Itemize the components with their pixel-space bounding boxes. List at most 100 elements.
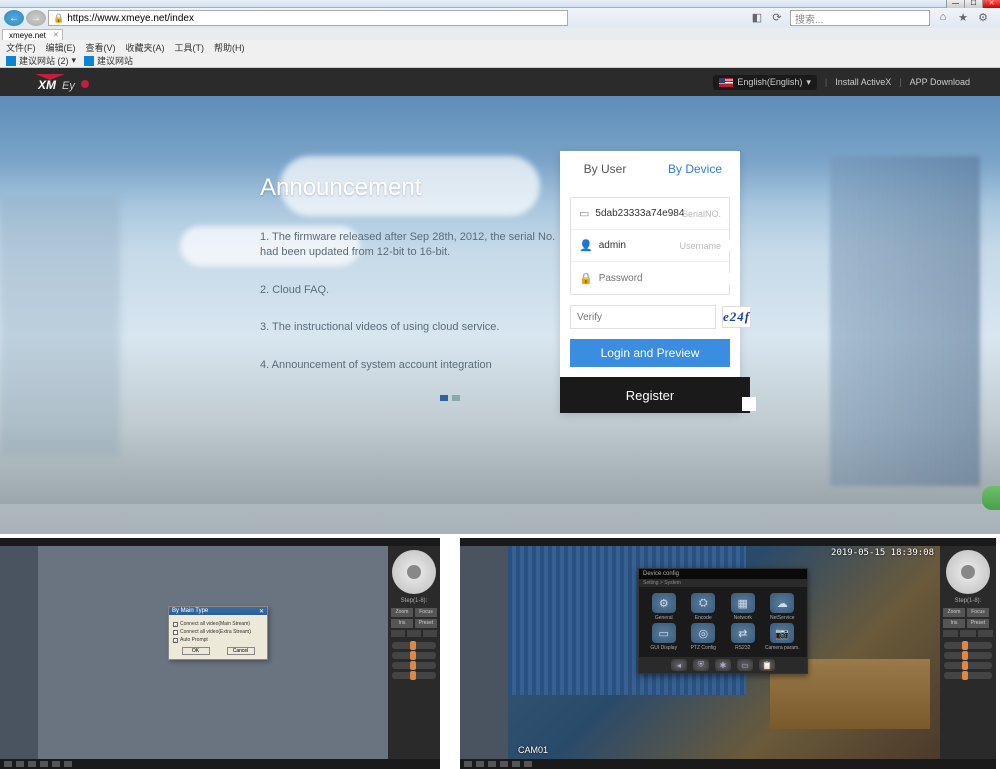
toolbar-icon[interactable] xyxy=(488,761,496,767)
ptz-slider[interactable] xyxy=(392,662,436,669)
ptz-small-button[interactable] xyxy=(391,630,405,637)
svg-text:Ey: Ey xyxy=(62,80,76,92)
window-minimize-button[interactable]: — xyxy=(946,0,964,8)
announcement-item[interactable]: 1. The firmware released after Sep 28th,… xyxy=(260,230,560,261)
toolbar-icon[interactable] xyxy=(28,761,36,767)
ptz-slider[interactable] xyxy=(392,642,436,649)
menu-favorites[interactable]: 收藏夹(A) xyxy=(126,41,165,54)
bookmark-item[interactable]: 建议网站 (2) ▾ xyxy=(6,54,76,67)
config-item-netservice[interactable]: ☁NetService xyxy=(764,593,802,621)
chat-button[interactable] xyxy=(982,486,1000,510)
install-activex-link[interactable]: Install ActiveX xyxy=(835,77,891,87)
toolbar-icon[interactable] xyxy=(464,761,472,767)
toolbar-icon[interactable] xyxy=(476,761,484,767)
ptz-focus-button[interactable]: Focus xyxy=(967,608,989,617)
ptz-slider[interactable] xyxy=(392,672,436,679)
ptz-slider[interactable] xyxy=(944,642,992,649)
toolbar-icon[interactable] xyxy=(64,761,72,767)
config-nav-icon[interactable]: ▭ xyxy=(737,659,753,671)
nav-forward-button[interactable]: → xyxy=(26,10,46,26)
menu-tools[interactable]: 工具(T) xyxy=(175,41,205,54)
ptz-small-button[interactable] xyxy=(960,630,975,637)
nav-back-button[interactable]: ← xyxy=(4,10,24,26)
ptz-slider[interactable] xyxy=(944,652,992,659)
ptz-small-button[interactable] xyxy=(978,630,993,637)
config-nav-icon[interactable]: ◂ xyxy=(671,659,687,671)
ptz-small-button[interactable] xyxy=(407,630,421,637)
menu-view[interactable]: 查看(V) xyxy=(86,41,116,54)
ptz-preset-button[interactable]: Preset xyxy=(967,619,989,628)
config-item-camera-param-[interactable]: 📷Camera param. xyxy=(764,623,802,651)
ptz-iris-button[interactable]: Iris xyxy=(943,619,965,628)
config-nav-icon[interactable]: ✱ xyxy=(715,659,731,671)
ptz-small-button[interactable] xyxy=(943,630,958,637)
ptz-preset-button[interactable]: Preset xyxy=(415,619,437,628)
window-close-button[interactable]: ✕ xyxy=(982,0,1000,8)
config-item-encode[interactable]: ⛭Encode xyxy=(685,593,723,621)
ptz-slider[interactable] xyxy=(944,662,992,669)
tab-close-icon[interactable]: ✕ xyxy=(53,31,59,39)
ptz-slider[interactable] xyxy=(392,652,436,659)
toolbar-icon[interactable] xyxy=(40,761,48,767)
language-selector[interactable]: English(English) ▾ xyxy=(713,75,817,90)
home-icon[interactable]: ⌂ xyxy=(936,11,950,25)
announcement-item[interactable]: 4. Announcement of system account integr… xyxy=(260,358,560,373)
ptz-joystick[interactable] xyxy=(392,550,436,594)
config-item-general[interactable]: ⚙General xyxy=(645,593,683,621)
ptz-joystick[interactable] xyxy=(946,550,990,594)
config-item-ptz-config[interactable]: ◎PTZ Config xyxy=(685,623,723,651)
bookmark-label: 建议网站 (2) xyxy=(19,54,69,67)
lock-icon: 🔒 xyxy=(53,13,64,24)
toolbar-icon[interactable] xyxy=(52,761,60,767)
announcement-item[interactable]: 3. The instructional videos of using clo… xyxy=(260,320,560,335)
dialog-close-icon[interactable]: ✕ xyxy=(259,608,264,615)
config-nav-icon[interactable]: ⛨ xyxy=(693,659,709,671)
config-nav-icon[interactable]: 📋 xyxy=(759,659,775,671)
ptz-iris-button[interactable]: Iris xyxy=(391,619,413,628)
announcement-item[interactable]: 2. Cloud FAQ. xyxy=(260,283,560,298)
tab-by-device[interactable]: By Device xyxy=(650,151,740,187)
toolbar-icon[interactable] xyxy=(4,761,12,767)
config-item-rs-[interactable]: ⇄RS232 xyxy=(724,623,762,651)
checkbox-extra-stream[interactable] xyxy=(173,630,178,635)
bookmark-item[interactable]: 建议网站 xyxy=(84,54,133,67)
verify-input[interactable] xyxy=(570,305,716,329)
menu-help[interactable]: 帮助(H) xyxy=(214,41,245,54)
login-button[interactable]: Login and Preview xyxy=(570,339,730,367)
address-bar[interactable]: 🔒 https://www.xmeye.net/index xyxy=(48,10,568,26)
ptz-slider[interactable] xyxy=(944,672,992,679)
ptz-focus-button[interactable]: Focus xyxy=(415,608,437,617)
app-download-link[interactable]: APP Download xyxy=(910,77,970,87)
client-left-panel xyxy=(460,546,508,759)
tab-by-user[interactable]: By User xyxy=(560,151,650,187)
window-maximize-button[interactable]: ☐ xyxy=(964,0,982,8)
config-item-gui-display[interactable]: ▭GUI Display xyxy=(645,623,683,651)
checkbox-main-stream[interactable]: ✓ xyxy=(173,622,178,627)
register-bar[interactable]: Register xyxy=(560,377,740,413)
ptz-zoom-button[interactable]: Zoom xyxy=(391,608,413,617)
ok-button[interactable]: OK xyxy=(182,647,210,655)
cancel-button[interactable]: Cancel xyxy=(227,647,255,655)
username-placeholder: Username xyxy=(679,241,721,251)
toolbar-icon[interactable] xyxy=(16,761,24,767)
toolbar-icon[interactable] xyxy=(500,761,508,767)
refresh-icon[interactable]: ⟳ xyxy=(770,11,784,25)
pager-dot[interactable] xyxy=(440,395,448,401)
captcha-image[interactable]: e24f xyxy=(722,306,751,328)
checkbox-auto-prompt[interactable]: ✓ xyxy=(173,638,178,643)
config-item-network[interactable]: ▦Network xyxy=(724,593,762,621)
menu-file[interactable]: 文件(F) xyxy=(6,41,36,54)
compat-icon[interactable]: ◧ xyxy=(750,11,764,25)
toolbar-icon[interactable] xyxy=(524,761,532,767)
browser-search-input[interactable]: 搜索... xyxy=(790,10,930,26)
ptz-zoom-button[interactable]: Zoom xyxy=(943,608,965,617)
favorites-icon[interactable]: ★ xyxy=(956,11,970,25)
password-input[interactable] xyxy=(599,273,731,284)
site-logo[interactable]: XM Ey xyxy=(30,72,100,92)
pager-dot[interactable] xyxy=(452,395,460,401)
ptz-small-button[interactable] xyxy=(423,630,437,637)
toolbar-icon[interactable] xyxy=(512,761,520,767)
menu-edit[interactable]: 编辑(E) xyxy=(46,41,76,54)
tools-icon[interactable]: ⚙ xyxy=(976,11,990,25)
browser-tab[interactable]: xmeye.net ✕ xyxy=(2,29,63,40)
